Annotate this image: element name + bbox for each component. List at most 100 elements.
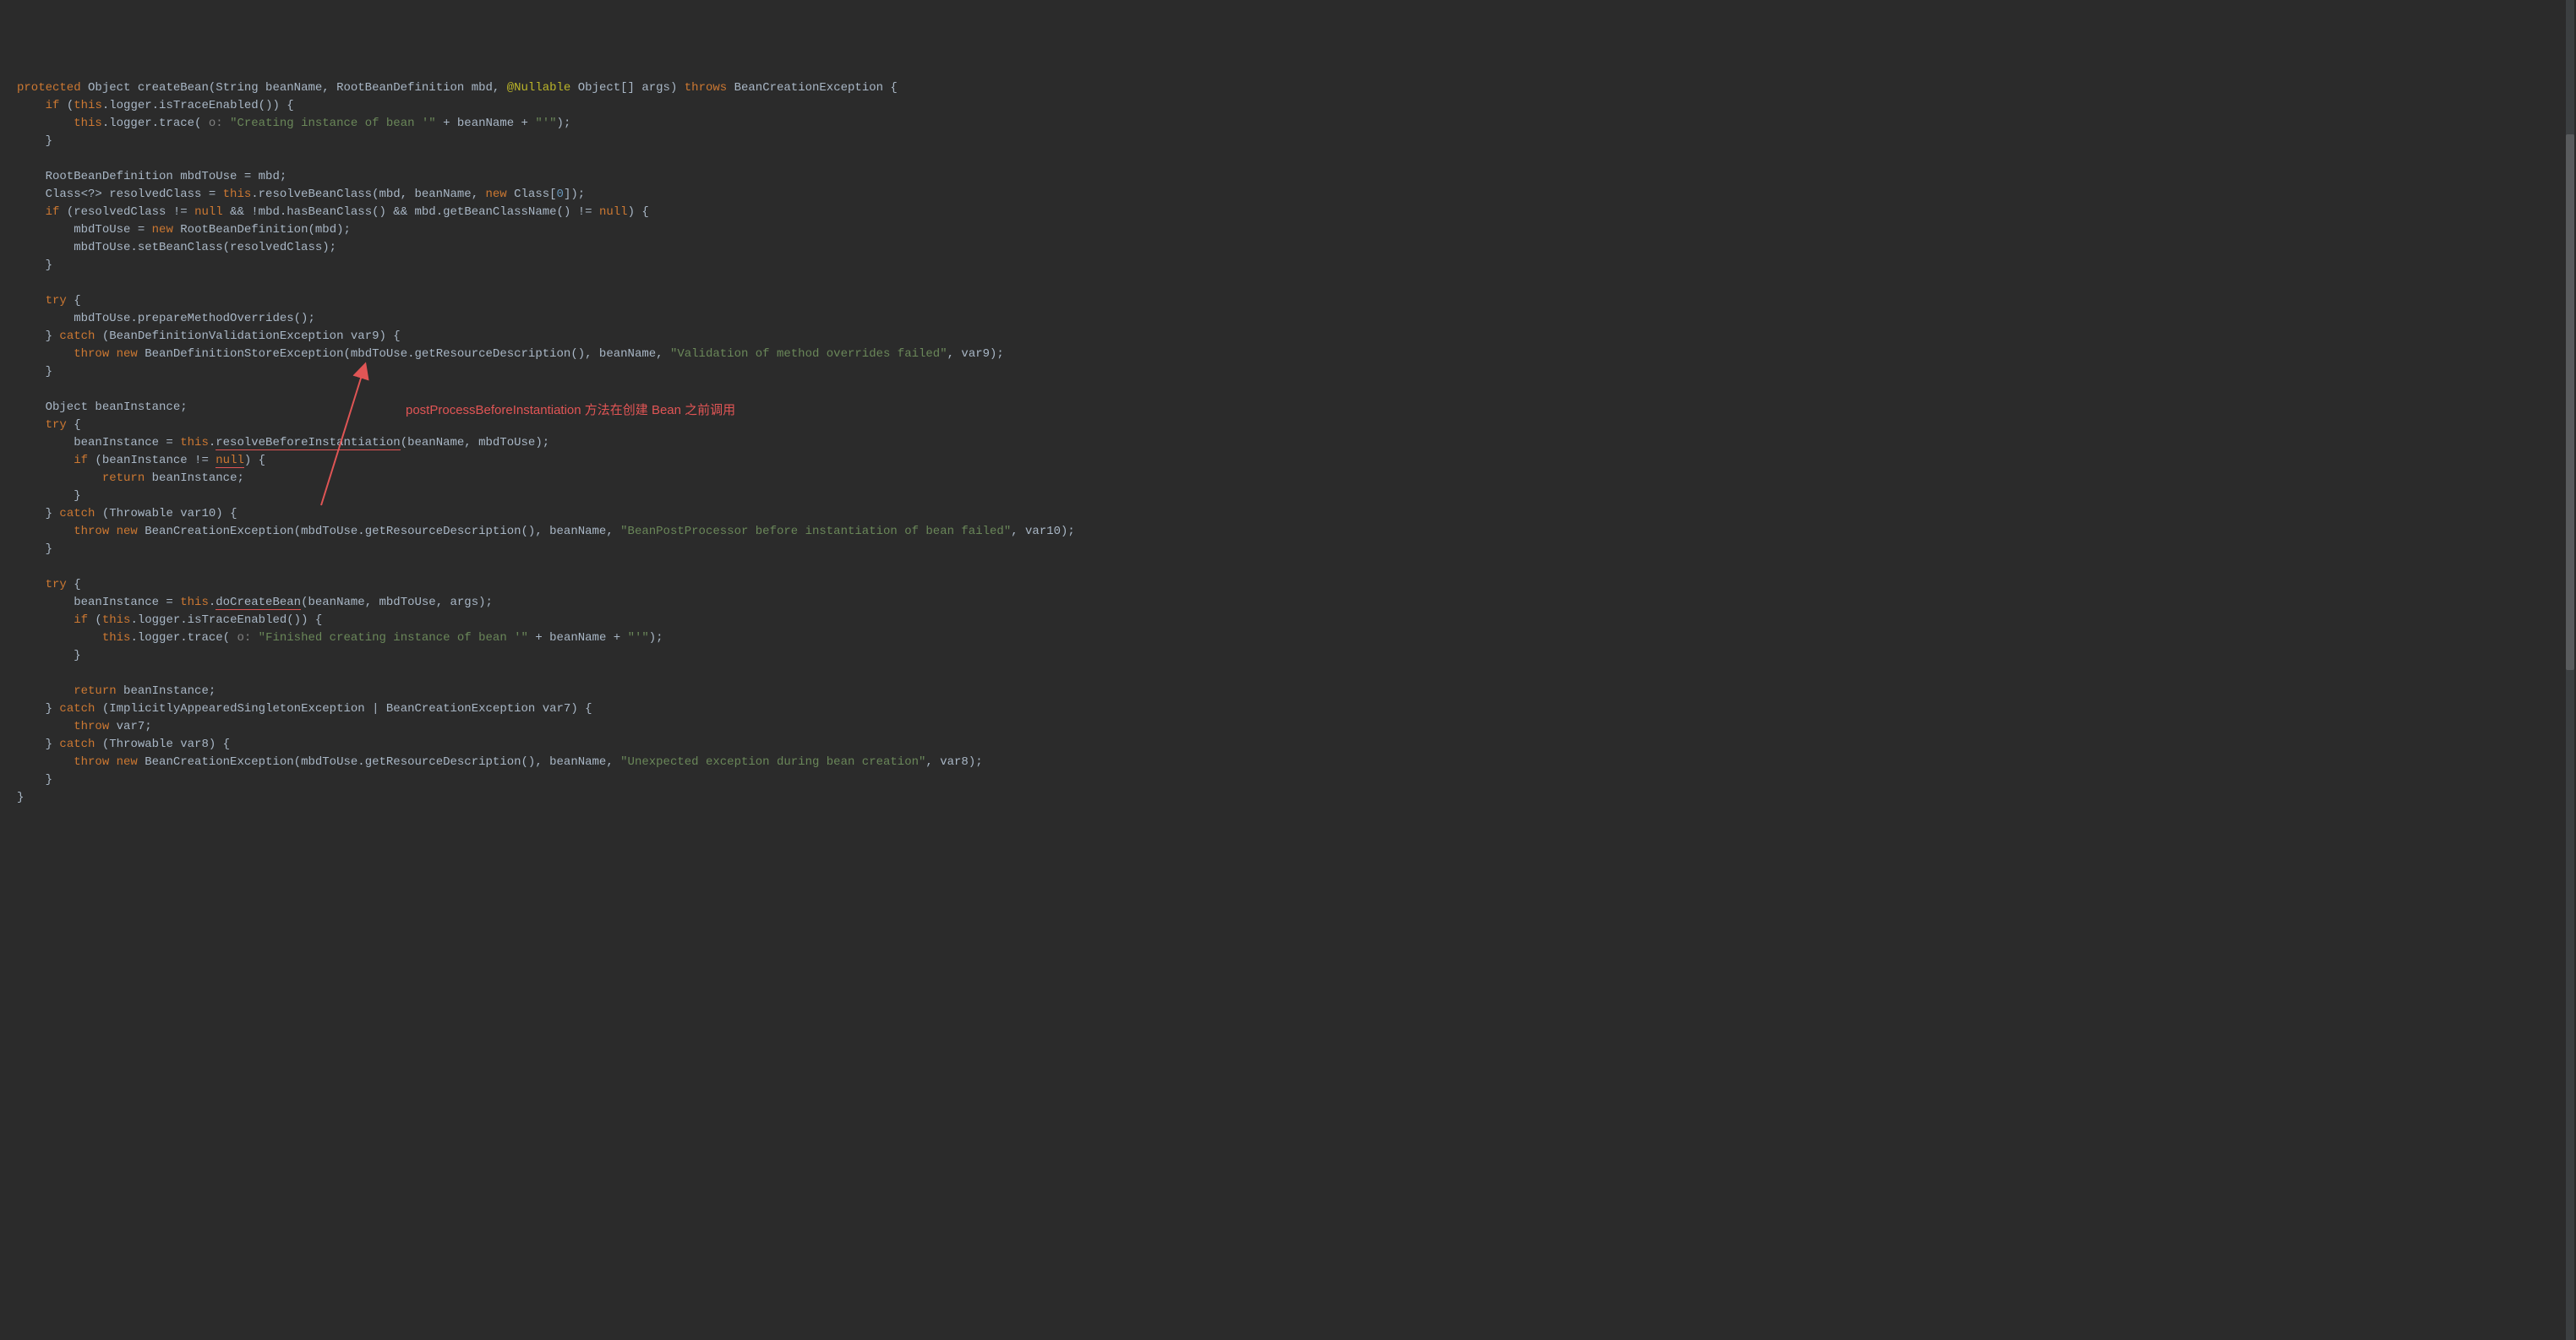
code-text: (beanName, mbdToUse, args); xyxy=(301,596,493,609)
keyword-if: if xyxy=(46,205,60,219)
code-text: ); xyxy=(649,631,663,645)
code-text: Object[] args) xyxy=(570,81,684,95)
code-text: Object beanInstance; xyxy=(17,400,188,414)
code-text: } xyxy=(17,791,24,804)
code-text: .logger.isTraceEnabled()) { xyxy=(130,613,322,627)
code-text: RootBeanDefinition(mbd); xyxy=(173,223,351,237)
code-text: } xyxy=(17,773,52,787)
code-text: (BeanDefinitionValidationException var9)… xyxy=(95,330,400,343)
code-text: (Throwable var10) { xyxy=(95,507,237,520)
code-text: RootBeanDefinition mbdToUse = mbd; xyxy=(17,170,287,183)
code-text: mbdToUse = xyxy=(17,223,152,237)
code-text: mbdToUse.prepareMethodOverrides(); xyxy=(17,312,315,325)
keyword-protected: protected xyxy=(17,81,81,95)
code-text: } xyxy=(17,542,52,556)
keyword-try: try xyxy=(46,418,67,432)
code-text: .logger.isTraceEnabled()) { xyxy=(102,99,294,112)
method-resolveBeforeInstantiation: resolveBeforeInstantiation xyxy=(216,436,400,450)
keyword-this: this xyxy=(74,99,102,112)
code-text: && !mbd.hasBeanClass() && mbd.getBeanCla… xyxy=(223,205,599,219)
string-literal: "Creating instance of bean '" xyxy=(230,117,436,130)
keyword-catch: catch xyxy=(59,330,95,343)
string-literal: "'" xyxy=(535,117,556,130)
code-text: Class<?> resolvedClass = xyxy=(17,188,223,201)
keyword-catch: catch xyxy=(59,702,95,716)
keyword-this: this xyxy=(102,631,131,645)
code-text: .resolveBeanClass(mbd, beanName, xyxy=(251,188,485,201)
code-text: } xyxy=(17,649,81,662)
code-text: } xyxy=(17,134,52,148)
code-text: mbdToUse.setBeanClass(resolvedClass); xyxy=(17,241,336,254)
code-text: { xyxy=(67,418,81,432)
string-literal: "Finished creating instance of bean '" xyxy=(259,631,528,645)
keyword-null: null xyxy=(194,205,223,219)
code-text: Object createBean(String beanName, RootB… xyxy=(81,81,507,95)
code-text: . xyxy=(209,436,216,449)
code-text: beanInstance; xyxy=(117,684,216,698)
keyword-new: new xyxy=(486,188,507,201)
keyword-try: try xyxy=(46,578,67,591)
code-text: } xyxy=(17,365,52,379)
keyword-throw-new: throw new xyxy=(74,755,138,769)
string-literal: "'" xyxy=(628,631,649,645)
code-text: (Throwable var8) { xyxy=(95,738,230,751)
code-text: } xyxy=(17,259,52,272)
code-text: BeanCreationException { xyxy=(727,81,898,95)
code-text: + beanName + xyxy=(528,631,628,645)
code-text: ]); xyxy=(564,188,585,201)
code-text: BeanCreationException(mbdToUse.getResour… xyxy=(138,755,620,769)
keyword-return: return xyxy=(102,471,145,485)
keyword-return: return xyxy=(74,684,116,698)
code-editor[interactable]: protected Object createBean(String beanN… xyxy=(17,79,2559,807)
scrollbar-thumb[interactable] xyxy=(2566,134,2574,670)
param-hint: o: xyxy=(230,631,259,645)
keyword-this: this xyxy=(180,596,209,609)
keyword-if: if xyxy=(74,613,88,627)
code-text: , var8); xyxy=(925,755,982,769)
keyword-new: new xyxy=(152,223,173,237)
code-text: var7; xyxy=(109,720,151,733)
string-literal: "Unexpected exception during bean creati… xyxy=(620,755,925,769)
keyword-if: if xyxy=(46,99,60,112)
code-text: ); xyxy=(557,117,571,130)
code-text: ) { xyxy=(244,454,265,467)
code-text: (beanName, mbdToUse); xyxy=(401,436,549,449)
code-text: BeanDefinitionStoreException(mbdToUse.ge… xyxy=(138,347,670,361)
code-text: , var9); xyxy=(947,347,1004,361)
keyword-this: this xyxy=(223,188,252,201)
keyword-null: null xyxy=(216,454,244,468)
keyword-throw-new: throw new xyxy=(74,347,138,361)
method-doCreateBean: doCreateBean xyxy=(216,596,301,610)
vertical-scrollbar[interactable] xyxy=(2566,0,2574,1340)
keyword-throws: throws xyxy=(685,81,727,95)
keyword-try: try xyxy=(46,294,67,308)
code-text: { xyxy=(67,578,81,591)
keyword-this: this xyxy=(74,117,102,130)
string-literal: "Validation of method overrides failed" xyxy=(670,347,947,361)
keyword-this: this xyxy=(102,613,131,627)
param-hint: o: xyxy=(201,117,230,130)
code-text: (beanInstance != xyxy=(88,454,216,467)
code-text: { xyxy=(67,294,81,308)
code-text: ( xyxy=(59,99,74,112)
code-text: (resolvedClass != xyxy=(59,205,194,219)
code-text: , var10); xyxy=(1011,525,1075,538)
code-text: .logger.trace( xyxy=(102,117,202,130)
code-text: } xyxy=(17,489,81,503)
keyword-null: null xyxy=(599,205,628,219)
keyword-this: this xyxy=(180,436,209,449)
keyword-if: if xyxy=(74,454,88,467)
annotation-nullable: @Nullable xyxy=(507,81,571,95)
annotation-text: postProcessBeforeInstantiation 方法在创建 Bea… xyxy=(406,401,735,421)
code-text: ( xyxy=(88,613,102,627)
code-text: ) { xyxy=(628,205,649,219)
code-text: beanInstance = xyxy=(17,436,180,449)
code-text: BeanCreationException(mbdToUse.getResour… xyxy=(138,525,620,538)
code-text: . xyxy=(209,596,216,609)
keyword-catch: catch xyxy=(59,738,95,751)
code-text: + beanName + xyxy=(436,117,536,130)
code-text: beanInstance; xyxy=(145,471,244,485)
keyword-throw-new: throw new xyxy=(74,525,138,538)
keyword-catch: catch xyxy=(59,507,95,520)
code-text: Class[ xyxy=(507,188,557,201)
